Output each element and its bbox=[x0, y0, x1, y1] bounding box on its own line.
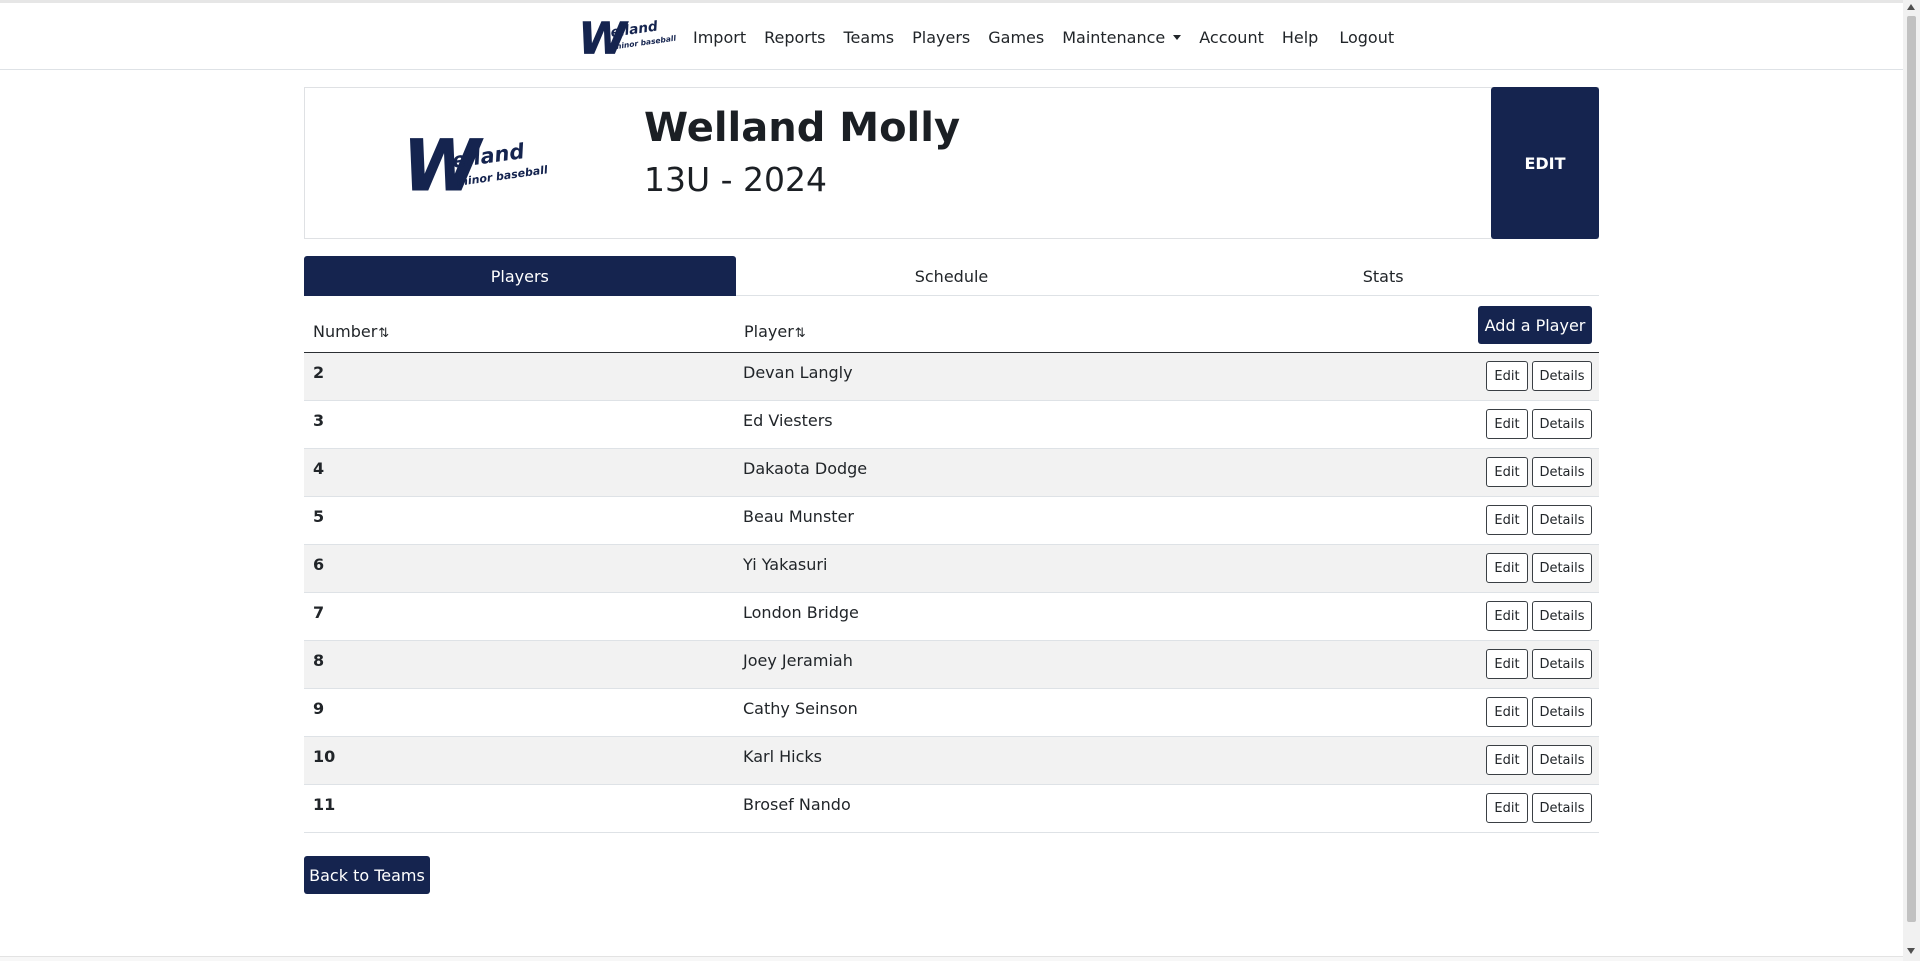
player-details-button[interactable]: Details bbox=[1532, 601, 1592, 631]
nav-games[interactable]: Games bbox=[988, 28, 1044, 47]
player-number: 4 bbox=[313, 459, 325, 478]
table-row: 6 Yi Yakasuri Edit Details bbox=[304, 545, 1599, 593]
team-name: Welland Molly bbox=[644, 105, 961, 151]
edit-player-button[interactable]: Edit bbox=[1486, 361, 1528, 391]
back-to-teams-button[interactable]: Back to Teams bbox=[304, 856, 430, 894]
team-tabs: Players Schedule Stats bbox=[304, 256, 1599, 296]
table-row: 11 Brosef Nando Edit Details bbox=[304, 785, 1599, 833]
nav-maintenance[interactable]: Maintenance bbox=[1062, 27, 1182, 47]
player-details-button[interactable]: Details bbox=[1532, 505, 1592, 535]
table-row: 9 Cathy Seinson Edit Details bbox=[304, 689, 1599, 737]
player-header-label: Player bbox=[744, 322, 794, 341]
player-number: 10 bbox=[313, 747, 336, 766]
player-number: 6 bbox=[313, 555, 325, 574]
team-logo: W elland minor baseball bbox=[403, 125, 548, 201]
nav-import[interactable]: Import bbox=[693, 28, 746, 47]
player-name: London Bridge bbox=[743, 603, 859, 622]
edit-team-button[interactable]: EDIT bbox=[1491, 87, 1599, 239]
table-row: 7 London Bridge Edit Details bbox=[304, 593, 1599, 641]
nav-maintenance-label: Maintenance bbox=[1062, 27, 1166, 47]
player-details-button[interactable]: Details bbox=[1532, 745, 1592, 775]
player-name: Joey Jeramiah bbox=[743, 651, 853, 670]
player-details-button[interactable]: Details bbox=[1532, 697, 1592, 727]
nav-teams[interactable]: Teams bbox=[843, 28, 894, 47]
welland-logo[interactable]: W elland minor baseball bbox=[577, 11, 677, 63]
scroll-thumb[interactable] bbox=[1907, 16, 1916, 922]
player-number: 7 bbox=[313, 603, 325, 622]
nav-reports[interactable]: Reports bbox=[764, 28, 825, 47]
table-row: 8 Joey Jeramiah Edit Details bbox=[304, 641, 1599, 689]
player-number: 5 bbox=[313, 507, 325, 526]
number-header-label: Number bbox=[313, 322, 378, 341]
table-row: 5 Beau Munster Edit Details bbox=[304, 497, 1599, 545]
player-name: Beau Munster bbox=[743, 507, 854, 526]
edit-player-button[interactable]: Edit bbox=[1486, 409, 1528, 439]
player-name: Cathy Seinson bbox=[743, 699, 858, 718]
players-table-header: Number⇅ Player⇅ Add a Player bbox=[304, 306, 1599, 353]
nav-logout[interactable]: Logout bbox=[1339, 28, 1394, 47]
player-number: 11 bbox=[313, 795, 336, 814]
navbar: W elland minor baseball Import Reports T… bbox=[0, 3, 1903, 70]
player-details-button[interactable]: Details bbox=[1532, 649, 1592, 679]
edit-player-button[interactable]: Edit bbox=[1486, 505, 1528, 535]
player-name: Devan Langly bbox=[743, 363, 853, 382]
caret-down-icon bbox=[1173, 34, 1182, 40]
table-row: 10 Karl Hicks Edit Details bbox=[304, 737, 1599, 785]
player-name: Ed Viesters bbox=[743, 411, 833, 430]
player-details-button[interactable]: Details bbox=[1532, 409, 1592, 439]
player-details-button[interactable]: Details bbox=[1532, 793, 1592, 823]
edit-player-button[interactable]: Edit bbox=[1486, 601, 1528, 631]
edit-player-button[interactable]: Edit bbox=[1486, 649, 1528, 679]
player-details-button[interactable]: Details bbox=[1532, 361, 1592, 391]
sort-icon: ⇅ bbox=[794, 326, 806, 341]
tab-stats[interactable]: Stats bbox=[1167, 256, 1599, 296]
edit-player-button[interactable]: Edit bbox=[1486, 793, 1528, 823]
player-details-button[interactable]: Details bbox=[1532, 457, 1592, 487]
sort-icon: ⇅ bbox=[378, 326, 390, 341]
scroll-up-icon[interactable] bbox=[1907, 4, 1915, 10]
player-number: 8 bbox=[313, 651, 325, 670]
table-row: 3 Ed Viesters Edit Details bbox=[304, 401, 1599, 449]
player-details-button[interactable]: Details bbox=[1532, 553, 1592, 583]
nav-account[interactable]: Account bbox=[1199, 28, 1264, 47]
edit-player-button[interactable]: Edit bbox=[1486, 697, 1528, 727]
table-row: 4 Dakaota Dodge Edit Details bbox=[304, 449, 1599, 497]
player-number: 2 bbox=[313, 363, 325, 382]
edit-player-button[interactable]: Edit bbox=[1486, 457, 1528, 487]
players-table-body: 2 Devan Langly Edit Details 3 Ed Viesters Edit… bbox=[304, 353, 1599, 833]
nav-help[interactable]: Help bbox=[1282, 28, 1318, 47]
nav-inner: W elland minor baseball Import Reports T… bbox=[577, 11, 1403, 63]
player-name: Karl Hicks bbox=[743, 747, 822, 766]
sort-player-header[interactable]: Player⇅ bbox=[744, 322, 806, 341]
edit-player-button[interactable]: Edit bbox=[1486, 553, 1528, 583]
player-name: Yi Yakasuri bbox=[743, 555, 828, 574]
table-row: 2 Devan Langly Edit Details bbox=[304, 353, 1599, 401]
nav-players[interactable]: Players bbox=[912, 28, 970, 47]
player-number: 3 bbox=[313, 411, 325, 430]
tab-players[interactable]: Players bbox=[304, 256, 736, 296]
tab-schedule[interactable]: Schedule bbox=[736, 256, 1168, 296]
sort-number-header[interactable]: Number⇅ bbox=[313, 322, 389, 341]
scroll-down-icon[interactable] bbox=[1907, 948, 1915, 954]
player-name: Brosef Nando bbox=[743, 795, 851, 814]
team-header-card: W elland minor baseball Welland Molly 13… bbox=[304, 87, 1599, 239]
edit-player-button[interactable]: Edit bbox=[1486, 745, 1528, 775]
vertical-scrollbar[interactable] bbox=[1903, 0, 1920, 961]
player-number: 9 bbox=[313, 699, 325, 718]
team-subtitle: 13U - 2024 bbox=[644, 160, 828, 199]
player-name: Dakaota Dodge bbox=[743, 459, 868, 478]
bottom-strip bbox=[0, 956, 1903, 961]
add-player-button[interactable]: Add a Player bbox=[1478, 306, 1592, 344]
